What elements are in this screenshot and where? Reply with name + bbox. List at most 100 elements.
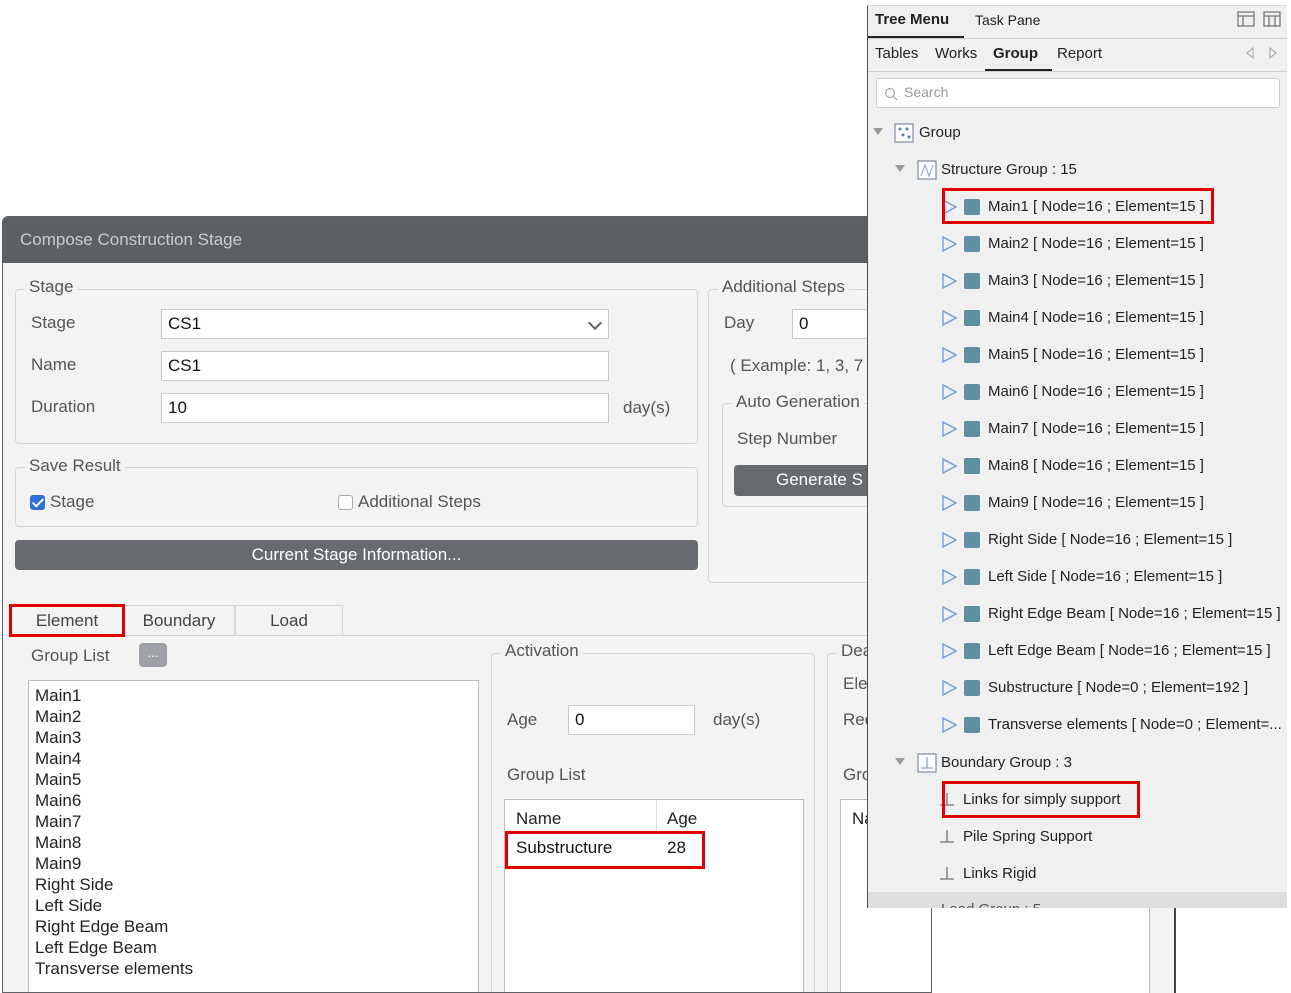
list-item[interactable]: Right Side [29,874,478,895]
tab-boundary[interactable]: Boundary [123,605,235,635]
age-label: Age [507,710,538,729]
name-label: Name [31,355,77,374]
structure-group-item[interactable]: Main3 [ Node=16 ; Element=15 ] [988,270,1204,292]
save-stage-checkbox[interactable] [30,495,45,510]
activation-group-table[interactable]: Name Age Substructure 28 [504,799,804,992]
duration-label: Duration [31,397,96,416]
dialog-title: Compose Construction Stage [3,217,931,263]
layout-single-icon[interactable] [1237,10,1255,28]
search-input[interactable]: Search [876,78,1280,108]
list-item[interactable]: Transverse elements [29,958,478,979]
subtab-tables[interactable]: Tables [875,44,918,64]
column-header-age[interactable]: Age [657,800,803,832]
group-color-square-icon [964,384,980,400]
structure-group-item[interactable]: Main8 [ Node=16 ; Element=15 ] [988,455,1204,477]
structure-group-item[interactable]: Right Side [ Node=16 ; Element=15 ] [988,529,1232,551]
list-item[interactable]: Main8 [29,832,478,853]
list-item[interactable]: Main1 [29,685,478,706]
structure-group-item[interactable]: Main7 [ Node=16 ; Element=15 ] [988,418,1204,440]
structure-group-item[interactable]: Main9 [ Node=16 ; Element=15 ] [988,492,1204,514]
play-triangle-icon[interactable] [941,717,957,733]
list-item[interactable]: Left Side [29,895,478,916]
list-item[interactable]: Main9 [29,853,478,874]
play-triangle-icon[interactable] [941,421,957,437]
support-icon [940,830,954,843]
expand-group-icon[interactable] [873,128,883,135]
save-result-groupbox [15,467,698,527]
list-item[interactable]: Main2 [29,706,478,727]
stage-label: Stage [31,313,76,332]
tree-root-group[interactable]: Group [919,122,961,144]
load-group-node[interactable]: Load Group : 5 [941,899,1041,908]
play-triangle-icon[interactable] [941,606,957,622]
highlight-main1 [942,188,1214,224]
tab-task-pane[interactable]: Task Pane [975,10,1040,30]
play-triangle-icon[interactable] [941,643,957,659]
structure-group-node[interactable]: Structure Group : 15 [941,159,1077,181]
list-item[interactable]: Left Edge Beam [29,937,478,958]
search-placeholder: Search [904,84,949,100]
current-stage-info-button[interactable]: Current Stage Information... [15,540,698,570]
play-triangle-icon[interactable] [941,680,957,696]
boundary-group-node[interactable]: Boundary Group : 3 [941,752,1072,774]
duration-input[interactable]: 10 [161,393,609,423]
play-triangle-icon[interactable] [941,236,957,252]
step-number-label: Step Number [737,429,838,448]
list-item[interactable]: Right Edge Beam [29,916,478,937]
structure-group-item[interactable]: Substructure [ Node=0 ; Element=192 ] [988,677,1248,699]
structure-group-item[interactable]: Left Edge Beam [ Node=16 ; Element=15 ] [988,640,1271,662]
group-listbox[interactable]: Main1 Main2 Main3 Main4 Main5 Main6 Main… [28,680,479,992]
list-item[interactable]: Main6 [29,790,478,811]
highlight-element-tab [9,604,125,637]
tab-load[interactable]: Load [235,605,343,635]
save-result-legend: Save Result [25,456,125,476]
auto-generation-legend: Auto Generation [732,392,864,412]
search-icon [884,87,898,101]
activation-group-list-label: Group List [507,765,586,784]
scroll-right-icon[interactable] [1269,47,1277,59]
tab-tree-menu[interactable]: Tree Menu [875,10,949,30]
compose-construction-stage-dialog: Compose Construction Stage Stage Stage C… [2,216,932,993]
structure-group-item[interactable]: Main4 [ Node=16 ; Element=15 ] [988,307,1204,329]
structure-group-item[interactable]: Main6 [ Node=16 ; Element=15 ] [988,381,1204,403]
duration-unit: day(s) [623,398,671,417]
play-triangle-icon[interactable] [941,310,957,326]
play-triangle-icon[interactable] [941,273,957,289]
boundary-item-links-rigid[interactable]: Links Rigid [963,863,1036,885]
structure-group-item[interactable]: Right Edge Beam [ Node=16 ; Element=15 ] [988,603,1281,625]
dialog-right-border [1149,908,1176,993]
generate-steps-button[interactable]: Generate S [734,465,884,496]
day-example: ( Example: 1, 3, 7 [730,356,864,375]
list-item[interactable]: Main5 [29,769,478,790]
group-color-square-icon [964,532,980,548]
stage-select[interactable]: CS1 [161,309,609,339]
list-item[interactable]: Main4 [29,748,478,769]
expand-structure-group-icon[interactable] [895,165,905,172]
structure-group-item[interactable]: Main2 [ Node=16 ; Element=15 ] [988,233,1204,255]
save-additional-checkbox[interactable] [338,495,353,510]
group-list-more-button[interactable]: ... [139,643,167,667]
subtab-works[interactable]: Works [935,44,977,64]
group-folder-icon [894,123,914,143]
structure-group-item[interactable]: Main5 [ Node=16 ; Element=15 ] [988,344,1204,366]
subtab-report[interactable]: Report [1057,44,1102,64]
play-triangle-icon[interactable] [941,569,957,585]
list-item[interactable]: Main7 [29,811,478,832]
play-triangle-icon[interactable] [941,458,957,474]
scroll-left-icon[interactable] [1246,47,1254,59]
layout-split-icon[interactable] [1263,10,1281,28]
play-triangle-icon[interactable] [941,384,957,400]
age-input[interactable]: 0 [568,705,695,735]
play-triangle-icon[interactable] [941,495,957,511]
expand-boundary-group-icon[interactable] [895,758,905,765]
structure-group-item[interactable]: Left Side [ Node=16 ; Element=15 ] [988,566,1222,588]
subtab-group[interactable]: Group [993,44,1038,64]
name-input[interactable]: CS1 [161,351,609,381]
structure-group-item[interactable]: Transverse elements [ Node=0 ; Element=.… [988,714,1282,736]
play-triangle-icon[interactable] [941,532,957,548]
boundary-item-pile-spring-support[interactable]: Pile Spring Support [963,826,1092,848]
list-item[interactable]: Main3 [29,727,478,748]
column-header-name[interactable]: Name [505,800,657,832]
play-triangle-icon[interactable] [941,347,957,363]
chevron-down-icon [587,315,603,331]
